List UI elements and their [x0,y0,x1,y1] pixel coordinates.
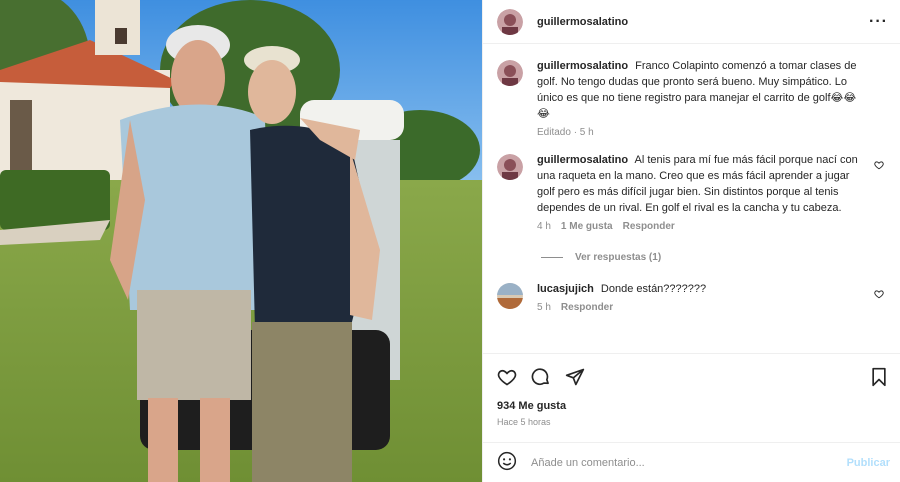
comment-text: guillermosalatino Al tenis para mí fue m… [537,152,864,216]
replies-divider [541,257,563,258]
comment-time: 4 h [537,221,551,232]
comment-item: guillermosalatino Franco Colapinto comen… [497,58,886,138]
comment-time: Editado · 5 h [537,127,594,138]
view-replies-label: Ver respuestas (1) [575,252,662,263]
heart-icon[interactable] [497,367,517,390]
comment-username[interactable]: lucasjujich [537,283,594,295]
comment-composer: Publicar [483,442,900,482]
post-actions-area: 934 Me gusta Hace 5 horas [483,353,900,442]
post-photo[interactable] [0,0,482,482]
comment-item: lucasjujich Donde están??????? 5 h Respo… [497,281,886,313]
comment-heart-icon[interactable] [874,160,884,173]
comment-body: lucasjujich Donde están??????? 5 h Respo… [537,281,886,313]
photo-illustration [0,0,482,482]
post-sidebar: guillermosalatino ··· guillermosalatino … [482,0,900,482]
comment-meta: 5 h Responder [537,302,864,313]
post-author[interactable]: guillermosalatino [537,16,869,28]
avatar[interactable] [497,60,523,86]
share-icon[interactable] [565,367,585,390]
comment-meta: 4 h 1 Me gusta Responder [537,221,864,232]
avatar[interactable] [497,8,523,35]
avatar[interactable] [497,154,523,180]
comment-time: 5 h [537,302,551,313]
comment-text: guillermosalatino Franco Colapinto comen… [537,58,864,122]
comment-input[interactable] [531,456,847,469]
view-replies-button[interactable]: Ver respuestas (1) [541,252,886,263]
comment-body: guillermosalatino Franco Colapinto comen… [537,58,886,138]
post-header: guillermosalatino ··· [483,0,900,44]
likes-count[interactable]: 934 Me gusta [497,400,888,412]
more-horizontal-icon[interactable]: ··· [869,13,888,29]
comments-list: guillermosalatino Franco Colapinto comen… [483,44,900,353]
comment-likes[interactable]: 1 Me gusta [561,221,613,232]
emoji-icon[interactable] [497,451,517,474]
comment-body: guillermosalatino Al tenis para mí fue m… [537,152,886,232]
publish-button[interactable]: Publicar [847,457,890,469]
comment-item: guillermosalatino Al tenis para mí fue m… [497,152,886,232]
reply-button[interactable]: Responder [623,221,675,232]
comment-username[interactable]: guillermosalatino [537,60,628,72]
comment-heart-icon[interactable] [874,289,884,302]
comment-text: lucasjujich Donde están??????? [537,281,864,297]
comment-username[interactable]: guillermosalatino [537,154,628,166]
instagram-post-view: guillermosalatino ··· guillermosalatino … [0,0,900,482]
reply-button[interactable]: Responder [561,302,613,313]
comment-meta: Editado · 5 h [537,127,864,138]
action-bar [497,362,888,394]
bookmark-icon[interactable] [870,367,888,390]
post-timestamp: Hace 5 horas [497,417,551,427]
avatar[interactable] [497,283,523,309]
comment-content: Donde están??????? [600,283,707,295]
comment-icon[interactable] [531,367,551,390]
